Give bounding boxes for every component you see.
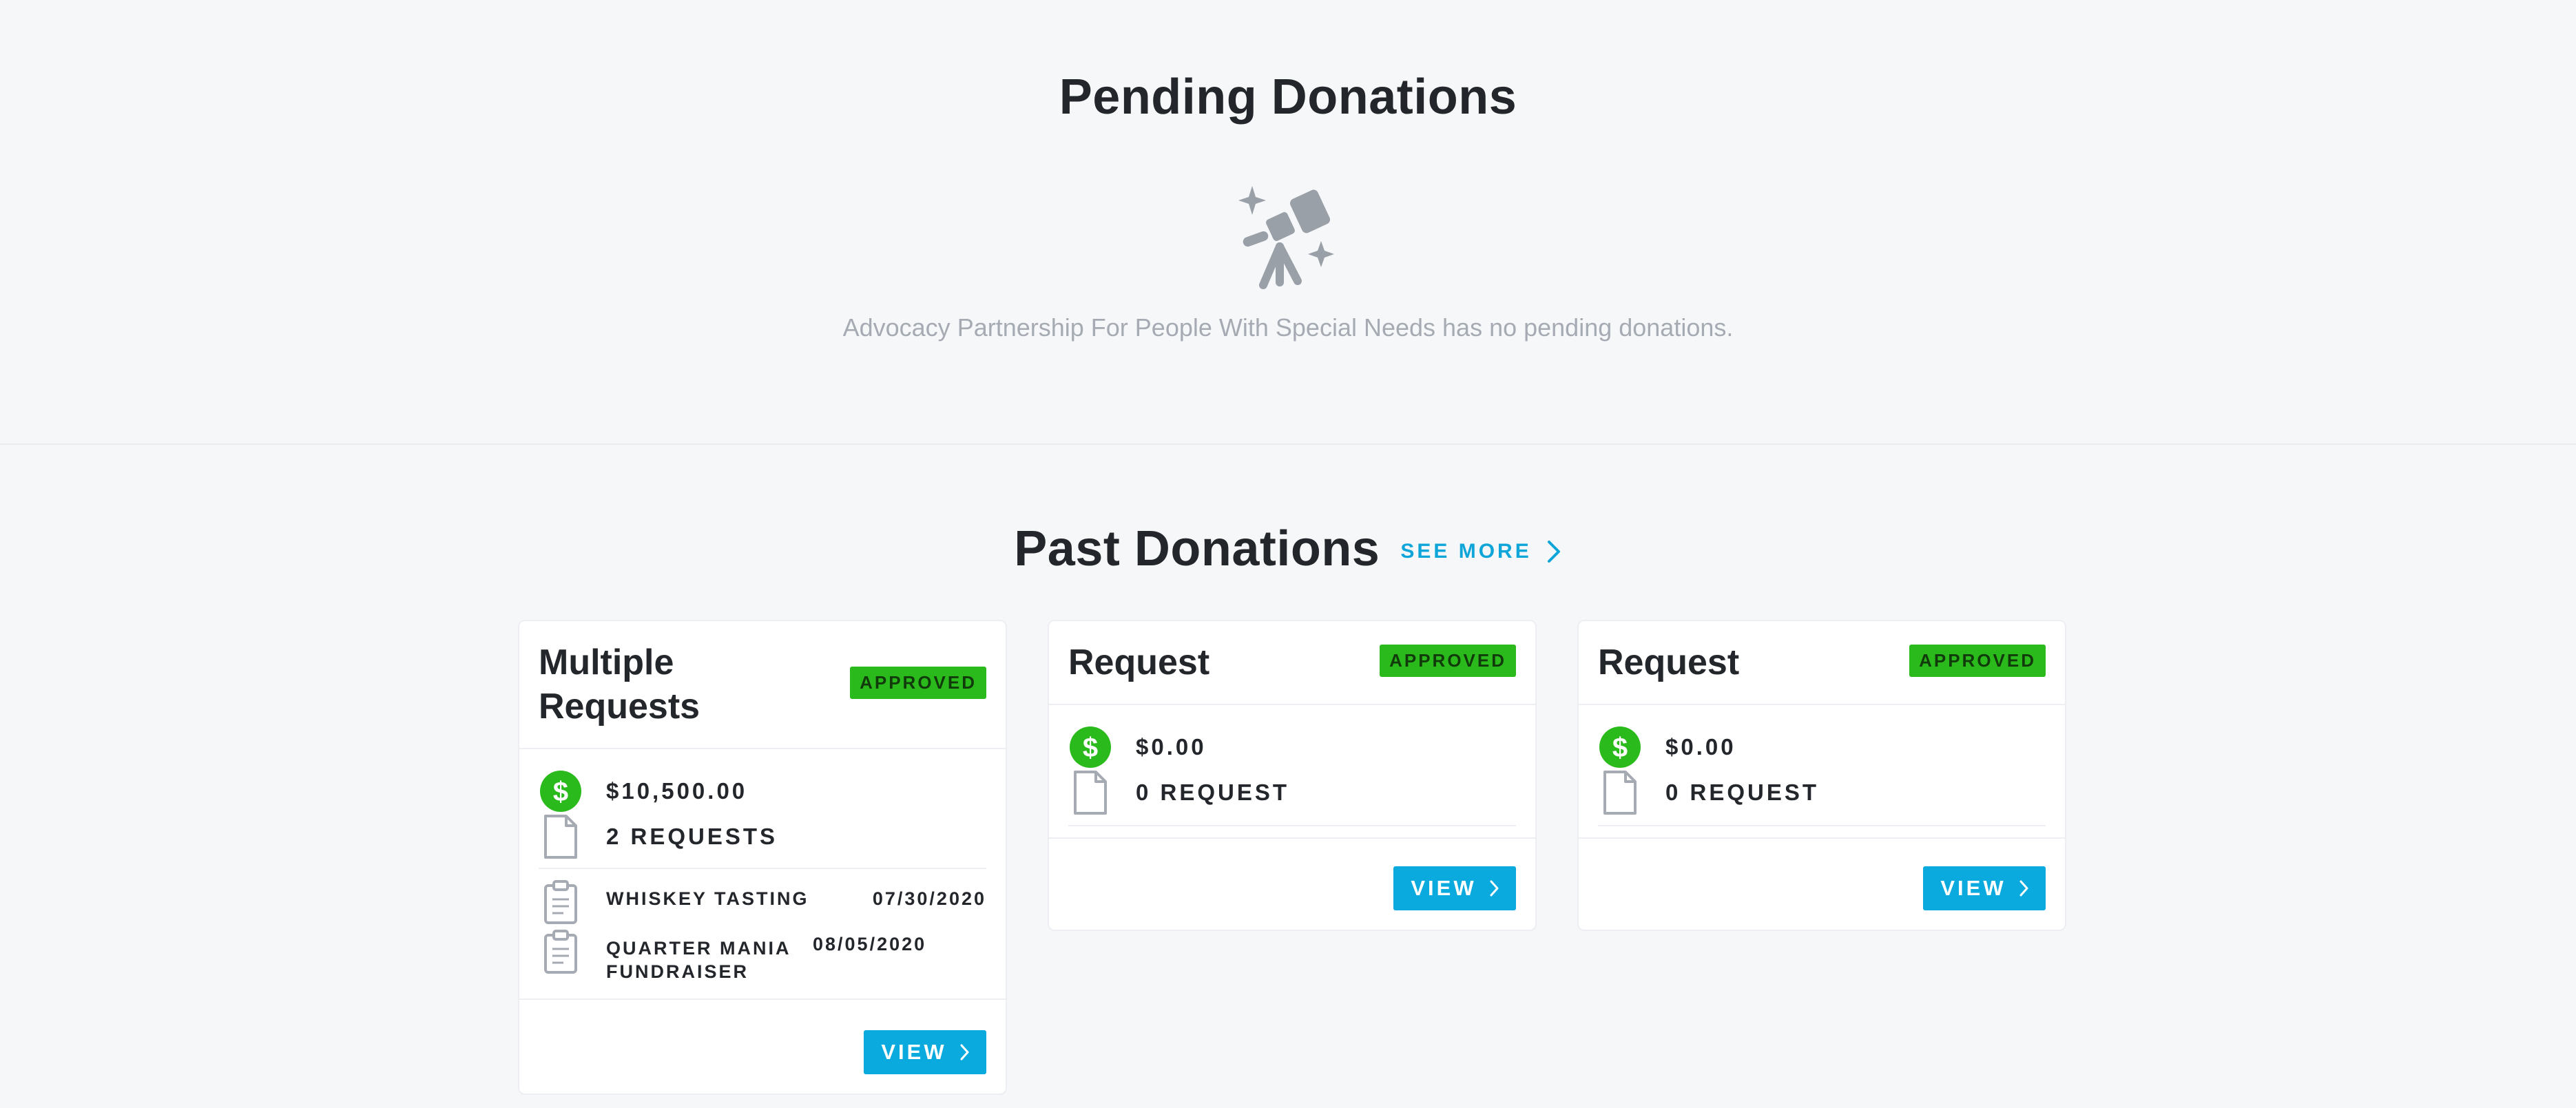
dollar-icon: $ — [1068, 725, 1112, 769]
request-count: 2 REQUESTS — [606, 824, 778, 849]
donation-card: Multiple Requests APPROVED $ $10,500.00 … — [518, 620, 1007, 1095]
donation-card: Request APPROVED $ $0.00 0 REQUEST VIEW — [1577, 620, 2066, 931]
dollar-icon: $ — [539, 769, 583, 813]
event-date: 07/30/2020 — [872, 888, 986, 909]
empty-pending-message: Advocacy Partnership For People With Spe… — [842, 313, 1734, 342]
requests-row: 0 REQUEST — [1068, 770, 1516, 815]
request-count: 0 REQUEST — [1136, 780, 1290, 805]
see-more-label: SEE MORE — [1400, 540, 1532, 563]
donation-amount: $10,500.00 — [606, 778, 748, 804]
requests-row: 0 REQUEST — [1598, 770, 2046, 815]
card-title: Request — [1598, 642, 1740, 682]
donation-amount: $0.00 — [1136, 734, 1207, 760]
divider — [1598, 825, 2046, 826]
event-list: WHISKEY TASTING 07/30/2020 QUARTER MANIA… — [539, 868, 986, 999]
card-header: Request APPROVED — [1579, 621, 2065, 705]
requests-row: 2 REQUESTS — [539, 814, 986, 859]
card-body: $ $0.00 0 REQUEST — [1579, 705, 2065, 837]
event-row: WHISKEY TASTING 07/30/2020 — [539, 877, 986, 927]
status-badge: APPROVED — [850, 667, 986, 699]
view-label: VIEW — [1940, 876, 2006, 900]
document-icon — [539, 815, 583, 859]
card-body: $ $0.00 0 REQUEST — [1049, 705, 1535, 837]
event-row: QUARTER MANIA FUNDRAISER 08/05/2020 — [539, 927, 986, 986]
donation-amount: $0.00 — [1665, 734, 1736, 760]
event-date: 08/05/2020 — [813, 934, 927, 954]
card-title: Multiple Requests — [539, 642, 700, 727]
clipboard-icon — [539, 930, 583, 974]
chevron-right-icon — [1547, 541, 1560, 563]
clipboard-icon — [539, 880, 583, 924]
chevron-right-icon — [1490, 880, 1499, 897]
view-label: VIEW — [1411, 876, 1477, 900]
see-more-link[interactable]: SEE MORE — [1400, 539, 1561, 564]
event-name: WHISKEY TASTING — [606, 888, 809, 909]
amount-row: $ $10,500.00 — [539, 769, 986, 814]
past-donations-title: Past Donations — [1014, 521, 1380, 576]
card-footer: VIEW — [1049, 837, 1535, 930]
view-button[interactable]: VIEW — [864, 1030, 986, 1074]
telescope-icon — [1233, 180, 1343, 291]
amount-row: $ $0.00 — [1068, 724, 1516, 770]
view-button[interactable]: VIEW — [1923, 866, 2046, 910]
card-footer: VIEW — [1579, 837, 2065, 930]
svg-text:$: $ — [1612, 733, 1628, 763]
view-button[interactable]: VIEW — [1393, 866, 1516, 910]
card-body: $ $10,500.00 2 REQUESTS WHISKEY TASTING … — [519, 749, 1006, 999]
svg-text:$: $ — [553, 777, 568, 807]
card-footer: VIEW — [519, 999, 1006, 1094]
chevron-right-icon — [960, 1044, 969, 1060]
card-header: Request APPROVED — [1049, 621, 1535, 705]
dollar-icon: $ — [1598, 725, 1642, 769]
card-title: Request — [1068, 642, 1210, 682]
view-label: VIEW — [881, 1040, 947, 1064]
request-count: 0 REQUEST — [1665, 780, 1820, 805]
svg-text:$: $ — [1083, 733, 1098, 763]
document-icon — [1598, 771, 1642, 815]
pending-donations-section: Pending Donations Advocacy Partnership F… — [0, 0, 2576, 445]
pending-donations-title: Pending Donations — [1059, 70, 1517, 125]
amount-row: $ $0.00 — [1598, 724, 2046, 770]
event-name: QUARTER MANIA FUNDRAISER — [606, 938, 791, 982]
divider — [1068, 825, 1516, 826]
status-badge: APPROVED — [1909, 645, 2046, 677]
status-badge: APPROVED — [1380, 645, 1516, 677]
document-icon — [1068, 771, 1112, 815]
past-donations-header: Past Donations SEE MORE — [0, 521, 2576, 577]
card-header: Multiple Requests APPROVED — [519, 621, 1006, 749]
donation-card: Request APPROVED $ $0.00 0 REQUEST VIEW — [1048, 620, 1537, 931]
chevron-right-icon — [2019, 880, 2028, 897]
